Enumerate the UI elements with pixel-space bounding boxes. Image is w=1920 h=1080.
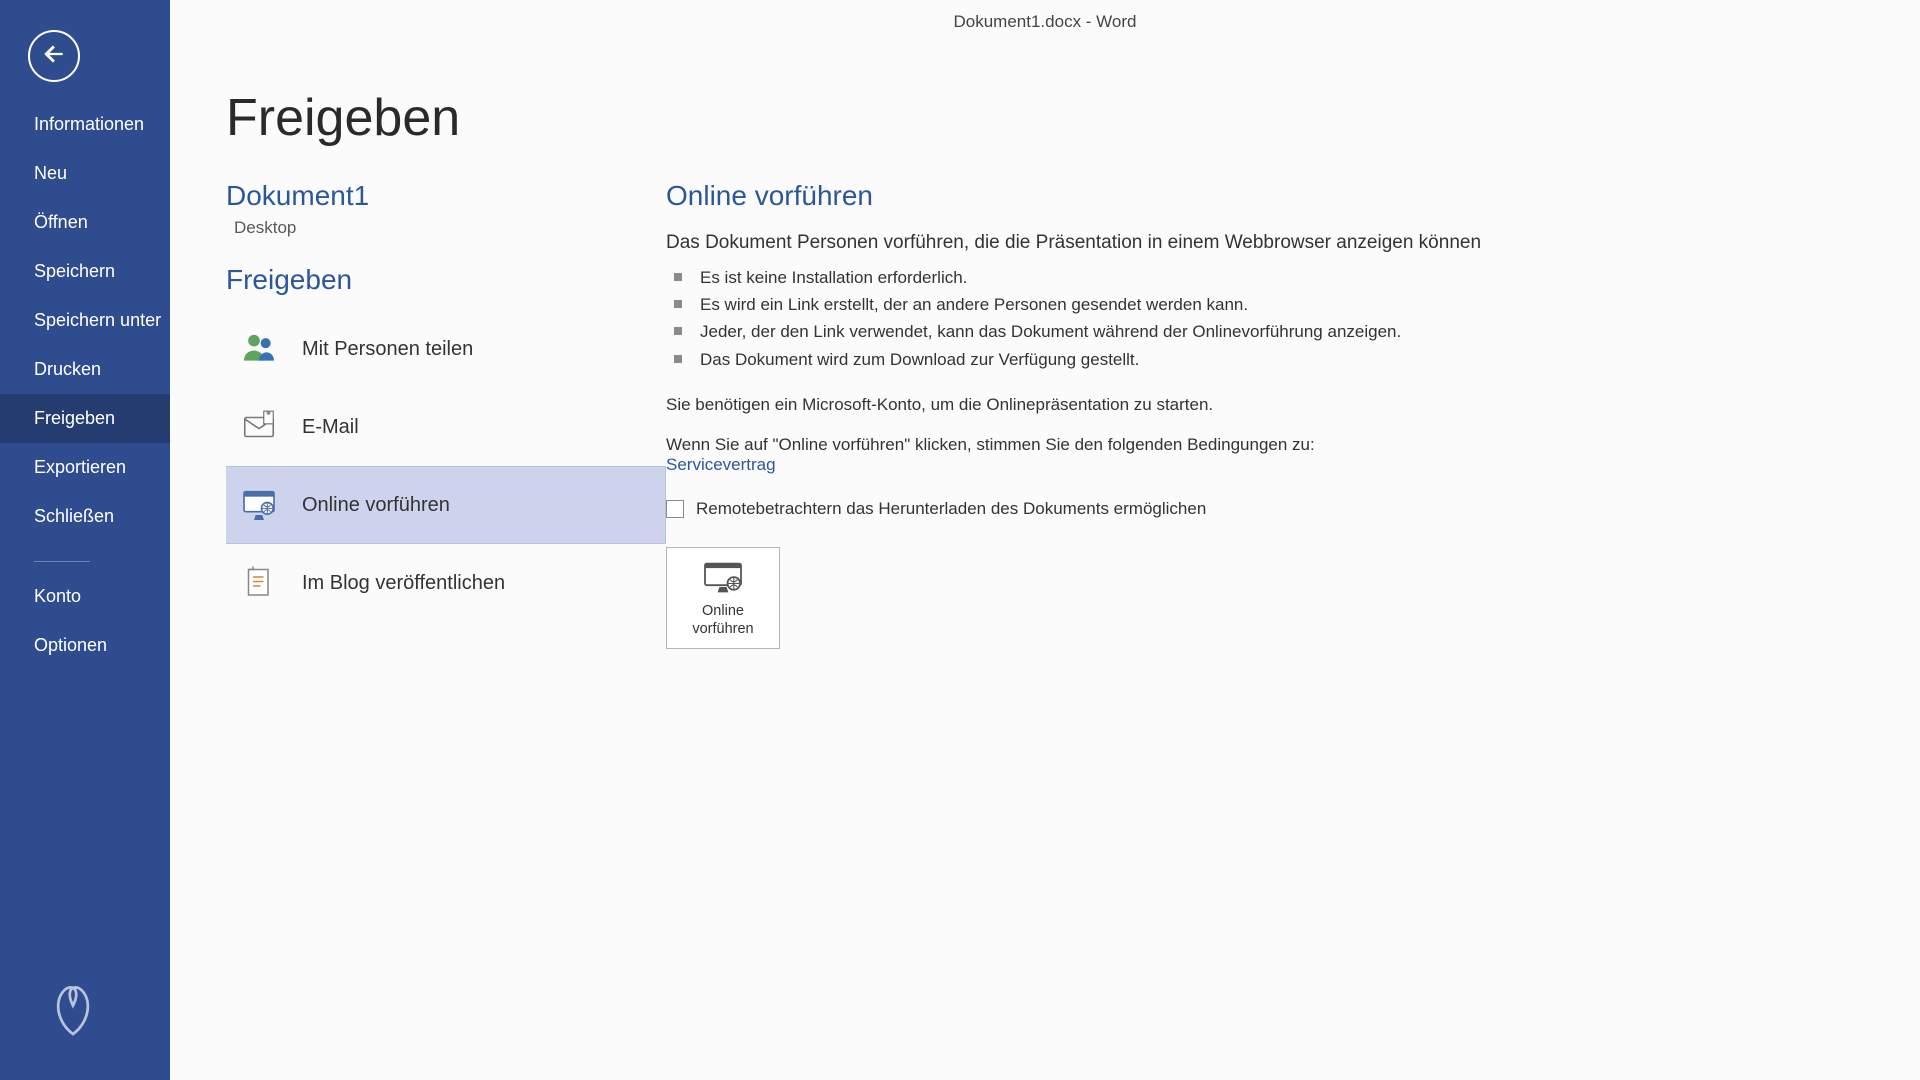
window-title: Dokument1.docx - Word [170, 0, 1920, 48]
document-name: Dokument1 [226, 180, 666, 212]
email-icon [238, 406, 280, 448]
share-panel: Freigeben Dokument1 Desktop Freigeben [226, 48, 666, 1080]
share-option-present-online[interactable]: Online vorführen [226, 466, 666, 544]
share-option-blog[interactable]: Im Blog veröffentlichen [226, 544, 666, 622]
sidebar-item-label: Exportieren [34, 457, 126, 477]
share-option-label: Online vorführen [302, 494, 450, 517]
share-option-label: Mit Personen teilen [302, 338, 473, 361]
present-online-button[interactable]: Online vorführen [666, 547, 780, 649]
service-agreement-link[interactable]: Servicevertrag [666, 455, 776, 475]
share-option-email[interactable]: E-Mail [226, 388, 666, 466]
checkbox-label: Remotebetrachtern das Herunterladen des … [696, 499, 1206, 519]
sidebar-item-label: Drucken [34, 359, 101, 379]
sidebar-item-label: Speichern [34, 261, 115, 281]
sidebar-item-oeffnen[interactable]: Öffnen [0, 198, 170, 247]
sidebar-item-exportieren[interactable]: Exportieren [0, 443, 170, 492]
sidebar-item-optionen[interactable]: Optionen [0, 621, 170, 670]
sidebar-item-label: Schließen [34, 506, 114, 526]
sidebar-item-label: Konto [34, 586, 81, 606]
share-option-people[interactable]: Mit Personen teilen [226, 310, 666, 388]
sidebar-separator [34, 561, 90, 562]
sidebar-item-drucken[interactable]: Drucken [0, 345, 170, 394]
sidebar-item-label: Freigeben [34, 408, 115, 428]
sidebar-item-label: Informationen [34, 114, 144, 134]
present-online-icon [701, 560, 745, 596]
back-button[interactable] [28, 30, 80, 82]
sidebar-item-freigeben[interactable]: Freigeben [0, 394, 170, 443]
back-arrow-icon [41, 41, 67, 72]
sidebar-item-speichern[interactable]: Speichern [0, 247, 170, 296]
present-online-icon [238, 484, 280, 526]
detail-bullet: Es wird ein Link erstellt, der an andere… [666, 291, 1860, 318]
detail-bullet: Das Dokument wird zum Download zur Verfü… [666, 346, 1860, 373]
detail-panel: Online vorführen Das Dokument Personen v… [666, 48, 1920, 1080]
share-option-label: Im Blog veröffentlichen [302, 572, 505, 595]
detail-bullet: Jeder, der den Link verwendet, kann das … [666, 318, 1860, 345]
allow-download-checkbox[interactable] [666, 500, 684, 518]
sidebar-item-label: Optionen [34, 635, 107, 655]
share-section-title: Freigeben [226, 264, 666, 296]
sidebar-item-konto[interactable]: Konto [0, 572, 170, 621]
people-icon [238, 328, 280, 370]
share-option-label: E-Mail [302, 416, 359, 439]
blog-icon [238, 562, 280, 604]
app-logo-icon [38, 975, 108, 1050]
detail-agree-text: Wenn Sie auf "Online vorführen" klicken,… [666, 435, 1860, 455]
detail-title: Online vorführen [666, 180, 1860, 212]
sidebar-item-schliessen[interactable]: Schließen [0, 492, 170, 541]
detail-bullet: Es ist keine Installation erforderlich. [666, 264, 1860, 291]
document-location: Desktop [234, 218, 666, 238]
detail-note: Sie benötigen ein Microsoft-Konto, um di… [666, 395, 1860, 415]
action-button-label: Online vorführen [673, 602, 773, 638]
sidebar-item-speichern-unter[interactable]: Speichern unter [0, 296, 170, 345]
sidebar-item-label: Öffnen [34, 212, 88, 232]
page-title: Freigeben [226, 88, 666, 148]
detail-lead: Das Dokument Personen vorführen, die die… [666, 232, 1860, 254]
backstage-sidebar: Informationen Neu Öffnen Speichern Speic… [0, 0, 170, 1080]
sidebar-item-informationen[interactable]: Informationen [0, 100, 170, 149]
sidebar-item-label: Neu [34, 163, 67, 183]
sidebar-item-label: Speichern unter [34, 310, 161, 330]
sidebar-item-neu[interactable]: Neu [0, 149, 170, 198]
